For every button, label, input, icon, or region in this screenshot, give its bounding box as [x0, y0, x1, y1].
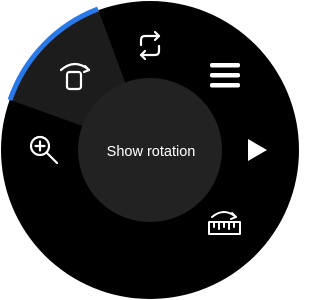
measure-button[interactable] — [204, 204, 244, 244]
radial-menu: Show rotation — [1, 1, 299, 299]
watch-screen: Show rotation — [0, 0, 300, 300]
menu-button[interactable] — [202, 56, 242, 96]
play-button[interactable] — [236, 130, 276, 170]
rotation-button[interactable] — [55, 55, 95, 95]
center-label: Show rotation — [107, 144, 196, 160]
zoom-button[interactable] — [24, 130, 64, 170]
hamburger-menu-icon — [210, 63, 240, 88]
swap-button[interactable] — [130, 26, 170, 66]
